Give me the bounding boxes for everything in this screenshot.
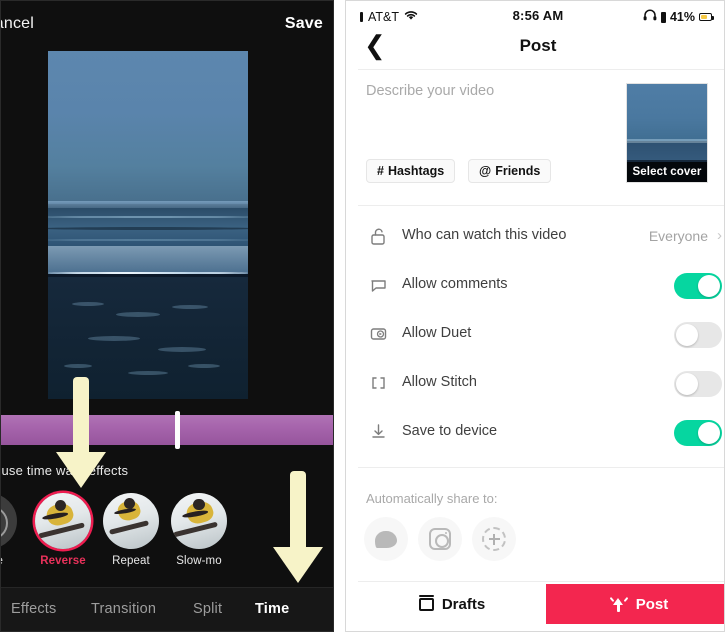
post-screen-panel: AT&T 8:56 AM 41% ❮ Post Describe your vi…	[345, 0, 725, 632]
preview-sand-reflection	[172, 305, 208, 310]
post-screen-inner: AT&T 8:56 AM 41% ❮ Post Describe your vi…	[358, 1, 724, 631]
tab-transition[interactable]: Transition	[91, 601, 156, 617]
save-to-device-toggle[interactable]	[674, 420, 722, 446]
instagram-icon[interactable]	[418, 517, 462, 561]
headphones-icon	[643, 8, 657, 26]
add-more-icon[interactable]	[472, 517, 516, 561]
skier-thumbnail	[35, 493, 91, 549]
select-cover-label: Select cover	[627, 162, 707, 182]
preview-surf-line	[48, 271, 248, 275]
status-bar-right: 41%	[643, 8, 714, 26]
effect-option-none[interactable]: None	[1, 493, 17, 567]
battery-icon	[699, 13, 714, 21]
setting-row-allow-duet[interactable]: Allow Duet	[358, 310, 724, 359]
preview-sand-reflection	[72, 301, 104, 306]
chevron-right-icon: ›	[717, 227, 722, 244]
allow-stitch-toggle[interactable]	[674, 371, 722, 397]
effect-label: Repeat	[112, 555, 150, 567]
hashtags-button[interactable]: # Hashtags	[366, 159, 456, 183]
cover-sea	[627, 142, 707, 161]
drafts-icon	[418, 594, 434, 611]
duet-icon	[368, 323, 390, 345]
editor-header: Cancel Save	[1, 9, 333, 43]
allow-duet-toggle[interactable]	[674, 322, 722, 348]
save-button[interactable]: Save	[285, 15, 323, 33]
download-icon	[368, 421, 390, 443]
comment-bubble-icon	[368, 274, 390, 296]
friends-button[interactable]: @ Friends	[468, 159, 552, 183]
skier-thumbnail	[171, 493, 227, 549]
setting-label: Allow Stitch	[402, 374, 477, 390]
auto-share-label: Automatically share to:	[366, 491, 498, 506]
drafts-label: Drafts	[441, 595, 486, 613]
skier-thumbnail	[103, 493, 159, 549]
setting-label: Allow comments	[402, 276, 508, 292]
divider	[358, 205, 724, 206]
video-editor-inner: Cancel Save	[1, 1, 333, 631]
setting-row-allow-comments[interactable]: Allow comments	[358, 261, 724, 310]
editor-bottom-tabs: Effects Transition Split Time	[1, 587, 333, 631]
divider	[358, 467, 724, 468]
preview-sand	[48, 277, 248, 399]
effect-label: Slow-mo	[176, 555, 222, 567]
hashtags-label: Hashtags	[387, 164, 445, 178]
unlock-icon	[368, 225, 390, 247]
setting-row-save-to-device[interactable]: Save to device	[358, 408, 724, 457]
who-can-watch-value: Everyone	[648, 228, 708, 244]
tab-effects[interactable]: Effects	[11, 601, 56, 617]
post-action-bar: Drafts Post	[358, 581, 724, 625]
at-mention-icon: @	[479, 164, 492, 178]
allow-comments-toggle[interactable]	[674, 273, 722, 299]
page-title: Post	[519, 36, 557, 55]
friends-label: Friends	[495, 164, 541, 178]
tab-split[interactable]: Split	[193, 601, 222, 617]
timeline-playhead[interactable]	[175, 411, 180, 449]
effect-label: None	[1, 555, 17, 567]
post-button[interactable]: Post	[546, 584, 724, 624]
drafts-button[interactable]: Drafts	[358, 584, 546, 624]
tab-time[interactable]: Time	[255, 601, 289, 617]
divider	[358, 69, 724, 70]
effects-carousel[interactable]: None Reverse Repeat	[1, 493, 333, 575]
timewarp-hint-text: …o use time warp effects	[1, 463, 129, 478]
none-circle-icon	[1, 493, 17, 549]
description-input[interactable]: Describe your video	[366, 83, 494, 99]
effect-option-slow-mo[interactable]: Slow-mo	[171, 493, 227, 567]
preview-sky	[48, 51, 248, 205]
setting-row-who-can-watch[interactable]: Who can watch this video Everyone ›	[358, 212, 724, 261]
select-cover-thumbnail[interactable]: Select cover	[626, 83, 708, 183]
post-nav-bar: ❮ Post	[358, 31, 718, 67]
secondary-battery-icon	[660, 11, 666, 23]
status-bar: AT&T 8:56 AM 41%	[358, 7, 718, 27]
stitch-icon	[368, 372, 390, 394]
post-label: Post	[635, 595, 669, 613]
video-preview[interactable]	[48, 51, 248, 399]
hashtag-icon: #	[377, 164, 384, 178]
message-bubble-icon[interactable]	[364, 517, 408, 561]
timeline-track[interactable]	[1, 415, 333, 445]
preview-wave	[48, 226, 248, 230]
effect-option-repeat[interactable]: Repeat	[103, 493, 159, 567]
setting-label: Allow Duet	[402, 325, 472, 341]
share-targets	[364, 517, 664, 563]
cancel-button[interactable]: Cancel	[1, 15, 34, 33]
preview-sand-reflection	[158, 346, 206, 352]
effect-label: Reverse	[40, 555, 86, 567]
video-editor-panel: Cancel Save	[0, 0, 334, 632]
description-area: Describe your video # Hashtags @ Friends…	[358, 77, 724, 197]
effect-option-reverse[interactable]: Reverse	[35, 493, 91, 567]
setting-row-allow-stitch[interactable]: Allow Stitch	[358, 359, 724, 408]
setting-label: Save to device	[402, 423, 498, 439]
post-upload-icon	[609, 595, 629, 613]
setting-label: Who can watch this video	[402, 227, 567, 243]
screenshot-root: Cancel Save	[0, 0, 725, 632]
preview-sand-reflection	[116, 312, 160, 317]
preview-foam	[48, 245, 248, 274]
battery-percent-label: 41%	[669, 10, 695, 24]
preview-wave	[48, 238, 248, 241]
cover-sky	[627, 84, 707, 141]
